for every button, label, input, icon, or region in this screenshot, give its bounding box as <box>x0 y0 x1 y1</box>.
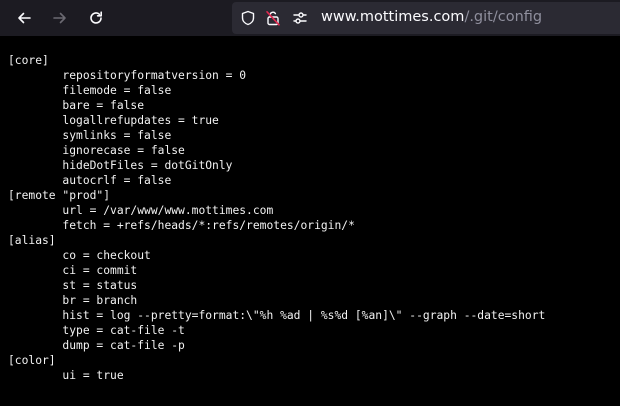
browser-toolbar: www.mottimes.com/.git/config <box>0 0 620 36</box>
config-entry: symlinks = false <box>8 129 172 142</box>
forward-button[interactable] <box>44 2 76 34</box>
config-section-header: [remote "prod"] <box>8 189 111 202</box>
arrow-left-icon <box>16 10 32 26</box>
config-entry: br = branch <box>8 294 138 307</box>
config-entry: st = status <box>8 279 138 292</box>
shield-icon[interactable] <box>240 10 256 26</box>
url-path: /.git/config <box>464 9 543 25</box>
config-file-text: [core] repositoryformatversion = 0 filem… <box>8 53 545 383</box>
config-entry: fetch = +refs/heads/*:refs/remotes/origi… <box>8 219 355 232</box>
back-button[interactable] <box>8 2 40 34</box>
reload-icon <box>88 10 104 26</box>
config-entry: ci = commit <box>8 264 138 277</box>
url-text[interactable]: www.mottimes.com/.git/config <box>321 9 542 25</box>
config-entry: ignorecase = false <box>8 144 185 157</box>
config-section-header: [alias] <box>8 234 56 247</box>
config-entry: logallrefupdates = true <box>8 114 219 127</box>
config-entry: hideDotFiles = dotGitOnly <box>8 159 233 172</box>
reload-button[interactable] <box>80 2 112 34</box>
config-entry: repositoryformatversion = 0 <box>8 69 247 82</box>
url-bar[interactable]: www.mottimes.com/.git/config <box>232 2 620 34</box>
config-entry: co = checkout <box>8 249 151 262</box>
config-section-header: [color] <box>8 354 56 367</box>
config-entry: type = cat-file -t <box>8 324 185 337</box>
page-content: [core] repositoryformatversion = 0 filem… <box>0 36 620 406</box>
config-entry: hist = log --pretty=format:\"%h %ad | %s… <box>8 309 546 322</box>
config-entry: filemode = false <box>8 84 172 97</box>
config-entry: bare = false <box>8 99 145 112</box>
config-entry: ui = true <box>8 369 124 382</box>
config-entry: dump = cat-file -p <box>8 339 185 352</box>
config-section-header: [core] <box>8 54 49 67</box>
config-entry: url = /var/www/www.mottimes.com <box>8 204 274 217</box>
arrow-right-icon <box>52 10 68 26</box>
sliders-icon[interactable] <box>292 10 308 26</box>
config-entry: autocrlf = false <box>8 174 172 187</box>
lock-off-icon[interactable] <box>265 10 281 26</box>
url-host: www.mottimes.com <box>321 9 465 25</box>
